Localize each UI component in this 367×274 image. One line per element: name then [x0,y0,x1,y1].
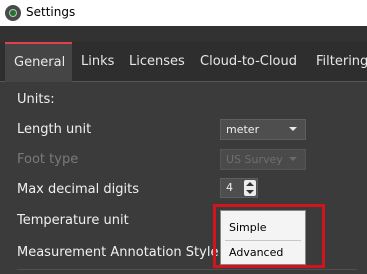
app-logo-icon [5,5,21,21]
length-unit-label: Length unit [17,122,92,137]
dropdown-option-advanced[interactable]: Advanced [221,242,305,264]
measurement-annotation-style-label: Measurement Annotation Style [17,245,219,260]
annotation-style-dropdown: Simple Advanced [220,210,306,265]
tab-label: General [14,55,66,70]
tab-label: Filtering [316,54,367,69]
max-decimal-digits-spinbox[interactable]: 4 [220,178,258,198]
window-title: Settings [26,5,76,19]
foot-type-label: Foot type [17,152,79,167]
tab-filtering[interactable]: Filtering [316,42,367,82]
tab-links[interactable]: Links [81,42,114,82]
chevron-down-icon [289,127,297,131]
spin-up-icon[interactable] [246,182,254,186]
tab-label: Cloud-to-Cloud [200,54,297,69]
tab-general[interactable]: General [5,42,72,82]
temperature-unit-label: Temperature unit [17,213,129,228]
units-section-label: Units: [17,92,55,107]
foot-type-value: US Survey [226,153,283,166]
tab-label: Links [81,54,115,69]
foot-type-select: US Survey [220,149,306,170]
header-strip [0,26,367,42]
dropdown-divider [225,240,301,241]
tab-cloud-to-cloud[interactable]: Cloud-to-Cloud [200,42,297,82]
max-decimal-digits-label: Max decimal digits [17,182,139,197]
length-unit-value: meter [226,123,260,136]
title-bar: Settings [0,0,367,26]
chevron-down-icon [289,157,297,161]
spin-down-icon[interactable] [246,190,254,194]
spin-buttons[interactable] [244,180,256,196]
tab-label: Licenses [129,54,185,69]
tab-licenses[interactable]: Licenses [129,42,185,82]
max-decimal-digits-value: 4 [226,181,233,194]
divider [17,269,357,270]
dropdown-option-simple[interactable]: Simple [221,217,305,239]
length-unit-select[interactable]: meter [220,119,306,140]
tab-bar: General Links Licenses Cloud-to-Cloud Fi… [0,42,367,82]
